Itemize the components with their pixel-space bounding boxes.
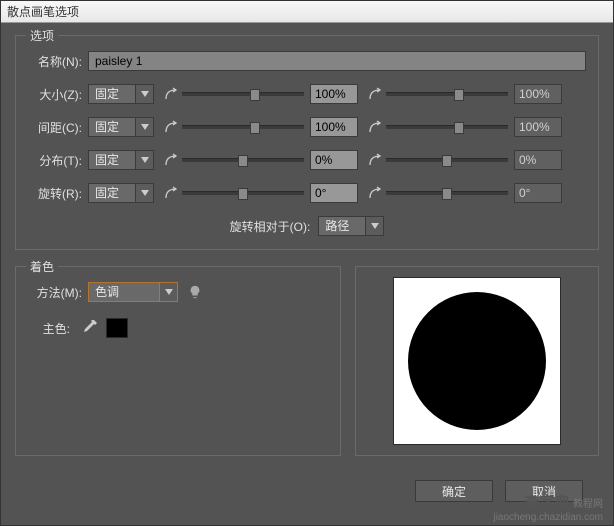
bottom-section: 着色 方法(M): 色调 主色: xyxy=(15,266,599,472)
slider-curve-icon xyxy=(368,153,382,167)
size-value-2: 100% xyxy=(514,84,562,104)
method-select[interactable]: 色调 xyxy=(88,281,178,303)
method-value: 色调 xyxy=(88,282,160,302)
key-color-label: 主色: xyxy=(28,320,76,337)
rotation-mode-value: 固定 xyxy=(88,183,136,203)
titlebar[interactable]: 散点画笔选项 xyxy=(1,1,613,23)
slider-curve-icon xyxy=(164,87,178,101)
lightbulb-icon[interactable] xyxy=(188,285,202,299)
rotation-relative-row: 旋转相对于(O): 路径 xyxy=(28,215,586,237)
scatter-slider-2: 0% xyxy=(368,150,562,170)
brush-preview-shape xyxy=(408,292,546,430)
slider-track[interactable] xyxy=(182,125,304,129)
rotation-slider-2: 0° xyxy=(368,183,562,203)
rotation-mode-select[interactable]: 固定 xyxy=(88,182,154,204)
spacing-slider-1[interactable]: 100% xyxy=(164,117,358,137)
name-label: 名称(N): xyxy=(28,53,88,70)
brush-preview-box xyxy=(393,277,561,445)
key-color-swatch[interactable] xyxy=(106,318,128,338)
ok-button[interactable]: 确定 xyxy=(415,480,493,502)
dropdown-icon xyxy=(160,282,178,302)
scatter-value-1[interactable]: 0% xyxy=(310,150,358,170)
slider-track xyxy=(386,92,508,96)
scatter-mode-select[interactable]: 固定 xyxy=(88,149,154,171)
dropdown-icon xyxy=(136,150,154,170)
slider-track xyxy=(386,191,508,195)
name-row: 名称(N): paisley 1 xyxy=(28,50,586,72)
preview-group xyxy=(355,266,599,456)
scatter-row: 分布(T): 固定 0% 0% xyxy=(28,149,586,171)
rotation-value-1[interactable]: 0° xyxy=(310,183,358,203)
spacing-mode-value: 固定 xyxy=(88,117,136,137)
coloring-group: 着色 方法(M): 色调 主色: xyxy=(15,266,341,456)
dialog-content: 选项 名称(N): paisley 1 大小(Z): 固定 100% xyxy=(1,23,613,510)
rotation-label: 旋转(R): xyxy=(28,185,88,202)
spacing-slider-2: 100% xyxy=(368,117,562,137)
slider-track xyxy=(386,158,508,162)
slider-curve-icon xyxy=(368,87,382,101)
options-legend: 选项 xyxy=(26,27,58,44)
watermark-brand: 查字典 xyxy=(525,494,570,511)
key-color-row: 主色: xyxy=(28,317,328,339)
slider-track xyxy=(386,125,508,129)
size-mode-select[interactable]: 固定 xyxy=(88,83,154,105)
slider-track[interactable] xyxy=(182,191,304,195)
slider-curve-icon xyxy=(368,120,382,134)
dropdown-icon xyxy=(366,216,384,236)
watermark: 查字典 教程网 jiaocheng.chazidian.com xyxy=(493,491,603,523)
rotation-relative-select[interactable]: 路径 xyxy=(318,215,384,237)
size-value-1[interactable]: 100% xyxy=(310,84,358,104)
name-input[interactable]: paisley 1 xyxy=(88,51,586,71)
size-mode-value: 固定 xyxy=(88,84,136,104)
slider-curve-icon xyxy=(368,186,382,200)
method-row: 方法(M): 色调 xyxy=(28,281,328,303)
watermark-suffix: 教程网 xyxy=(573,499,603,510)
size-slider-1[interactable]: 100% xyxy=(164,84,358,104)
dialog-window: 散点画笔选项 选项 名称(N): paisley 1 大小(Z): 固定 100… xyxy=(0,0,614,526)
spacing-row: 间距(C): 固定 100% 100% xyxy=(28,116,586,138)
slider-curve-icon xyxy=(164,153,178,167)
rotation-relative-label: 旋转相对于(O): xyxy=(230,218,311,235)
coloring-legend: 着色 xyxy=(26,258,58,275)
watermark-url: jiaocheng.chazidian.com xyxy=(493,512,603,523)
dropdown-icon xyxy=(136,84,154,104)
scatter-mode-value: 固定 xyxy=(88,150,136,170)
slider-track[interactable] xyxy=(182,92,304,96)
scatter-value-2: 0% xyxy=(514,150,562,170)
rotation-value-2: 0° xyxy=(514,183,562,203)
spacing-value-2: 100% xyxy=(514,117,562,137)
spacing-label: 间距(C): xyxy=(28,119,88,136)
rotation-slider-1[interactable]: 0° xyxy=(164,183,358,203)
slider-track[interactable] xyxy=(182,158,304,162)
size-slider-2: 100% xyxy=(368,84,562,104)
scatter-slider-1[interactable]: 0% xyxy=(164,150,358,170)
size-label: 大小(Z): xyxy=(28,86,88,103)
dropdown-icon xyxy=(136,117,154,137)
method-label: 方法(M): xyxy=(28,284,88,301)
window-title: 散点画笔选项 xyxy=(7,3,79,20)
spacing-mode-select[interactable]: 固定 xyxy=(88,116,154,138)
eyedropper-icon[interactable] xyxy=(82,320,98,336)
rotation-row: 旋转(R): 固定 0° 0° xyxy=(28,182,586,204)
scatter-label: 分布(T): xyxy=(28,152,88,169)
spacing-value-1[interactable]: 100% xyxy=(310,117,358,137)
size-row: 大小(Z): 固定 100% 100% xyxy=(28,83,586,105)
options-group: 选项 名称(N): paisley 1 大小(Z): 固定 100% xyxy=(15,35,599,250)
rotation-relative-value: 路径 xyxy=(318,216,366,236)
slider-curve-icon xyxy=(164,186,178,200)
dropdown-icon xyxy=(136,183,154,203)
slider-curve-icon xyxy=(164,120,178,134)
